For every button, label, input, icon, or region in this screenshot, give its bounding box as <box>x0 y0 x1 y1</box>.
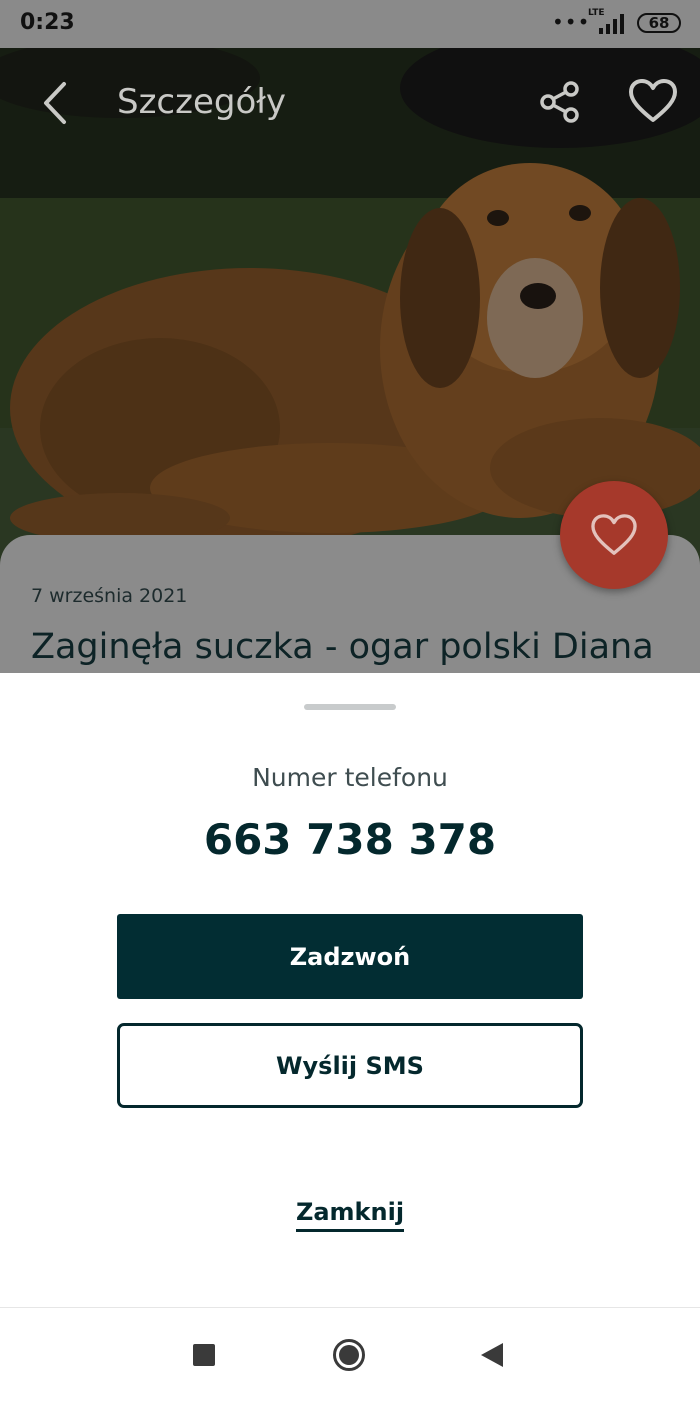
home-icon[interactable] <box>332 1338 366 1372</box>
page-title: Szczegóły <box>117 82 287 122</box>
announcement-title: Zaginęła suczka - ogar polski Diana <box>31 627 654 667</box>
back-arrow-icon[interactable] <box>36 80 76 126</box>
send-sms-button[interactable]: Wyślij SMS <box>117 1023 583 1108</box>
nav-back-icon[interactable] <box>479 1341 505 1369</box>
announcement-date: 7 września 2021 <box>31 585 188 607</box>
recent-apps-icon[interactable] <box>193 1344 215 1366</box>
share-icon[interactable] <box>538 80 582 124</box>
notification-dots-icon: ••• <box>552 10 591 34</box>
contact-bottom-sheet: Numer telefonu 663 738 378 Zadzwoń Wyśli… <box>0 673 700 1308</box>
heart-icon <box>591 514 637 555</box>
top-toolbar: Szczegóły <box>0 48 700 158</box>
battery-icon: 68 <box>637 13 681 33</box>
status-bar: 0:23 ••• LTE 68 <box>0 0 700 48</box>
close-label: Zamknij <box>295 1198 405 1232</box>
sheet-drag-handle[interactable] <box>304 704 396 710</box>
call-button[interactable]: Zadzwoń <box>117 914 583 999</box>
favorite-heart-icon[interactable] <box>628 78 678 124</box>
status-time: 0:23 <box>20 10 75 35</box>
phone-label: Numer telefonu <box>252 763 448 792</box>
close-link[interactable]: Zamknij <box>0 1198 700 1232</box>
phone-number: 663 738 378 <box>203 815 497 864</box>
signal-icon <box>599 14 624 34</box>
system-nav-bar <box>0 1307 700 1401</box>
favorite-fab-button[interactable] <box>560 481 668 589</box>
